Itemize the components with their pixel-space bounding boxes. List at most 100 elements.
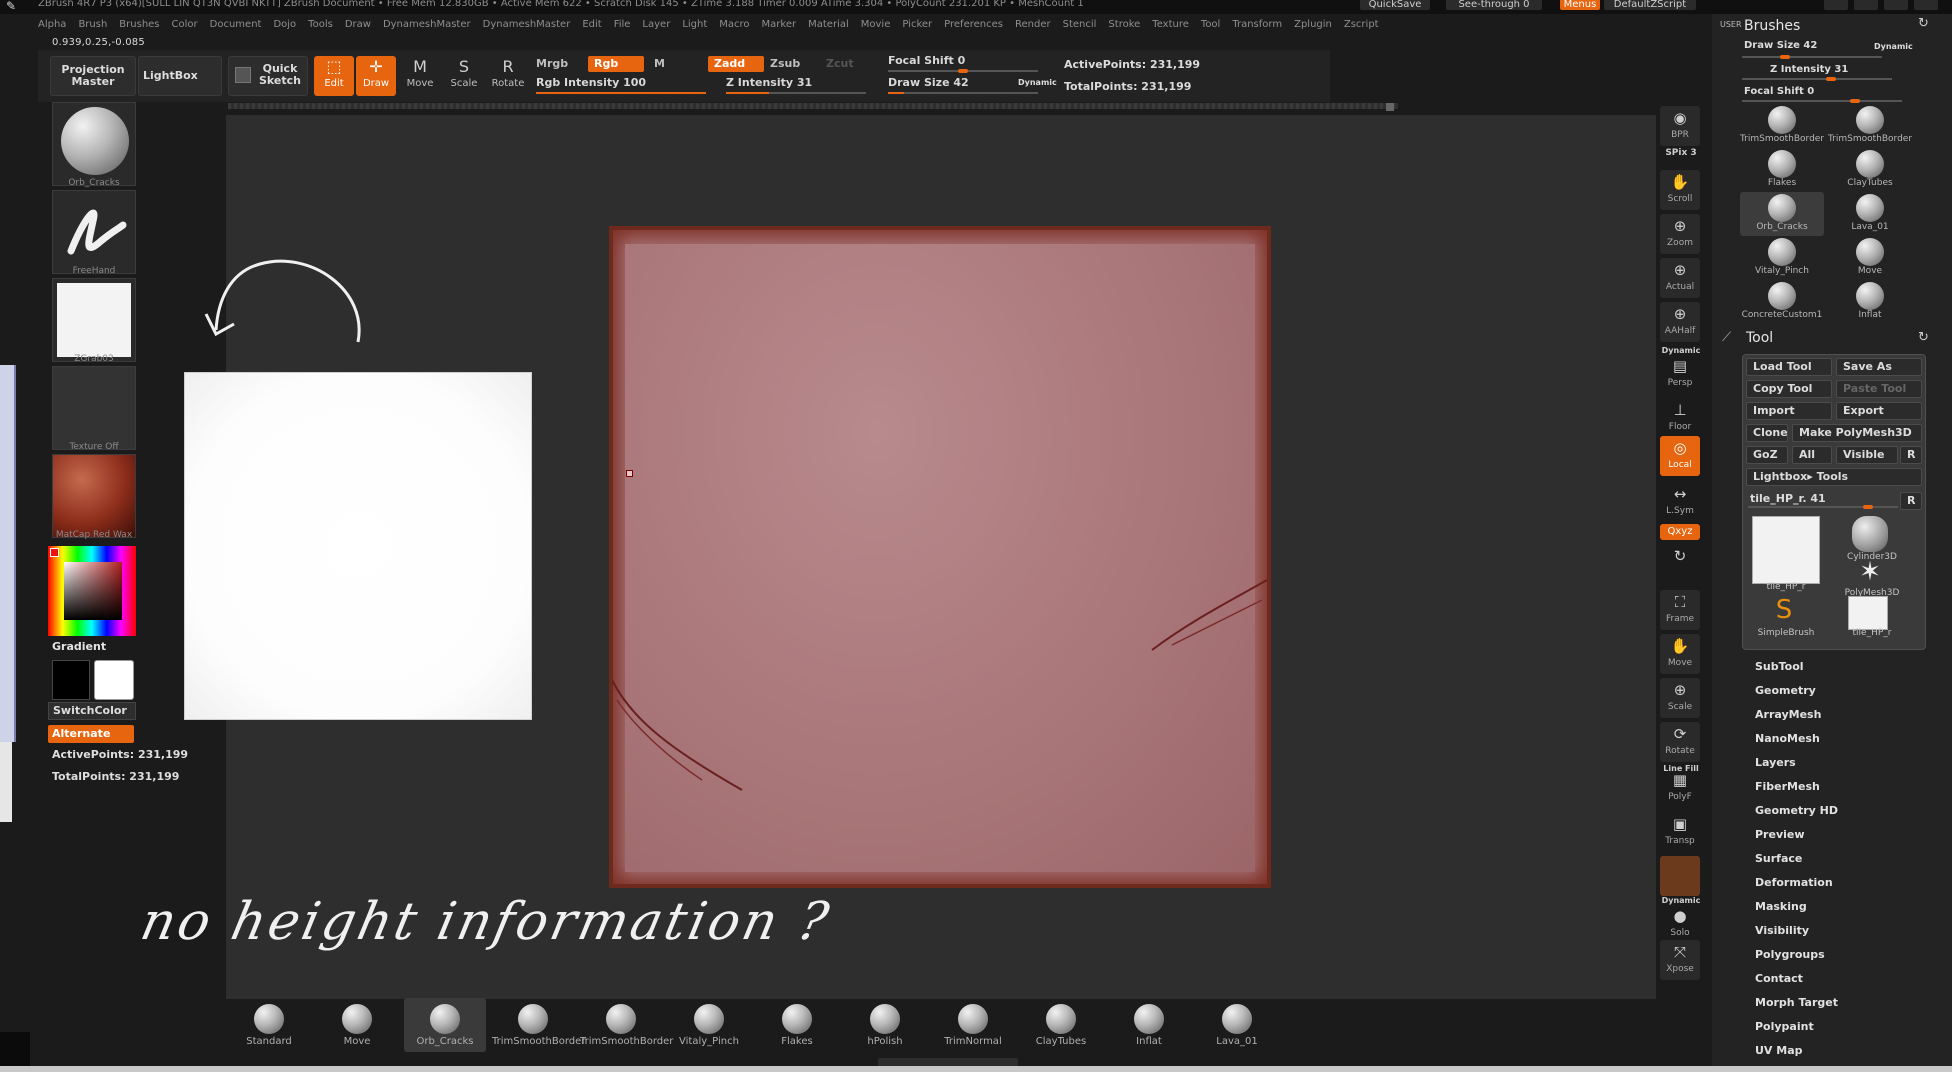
minimize-icon[interactable] (1824, 0, 1848, 10)
tool-menu-fibermesh[interactable]: FiberMesh (1755, 780, 1820, 793)
tool-polymesh3d-icon[interactable]: ✶ (1852, 558, 1888, 588)
m-button[interactable]: M (648, 56, 688, 72)
menu-light[interactable]: Light (682, 19, 707, 30)
bottom-brush-hpolish[interactable]: hPolish (844, 998, 926, 1052)
draw-size-slider[interactable] (888, 92, 1038, 94)
bottom-brush-trimsmoothborder[interactable]: TrimSmoothBorder (492, 998, 585, 1052)
zsub-button[interactable]: Zsub (764, 56, 814, 72)
tool-menu-surface[interactable]: Surface (1755, 852, 1802, 865)
xpose-button[interactable]: ⤧ Xpose (1660, 940, 1700, 980)
tool-menu-masking[interactable]: Masking (1755, 900, 1807, 913)
zoom-button[interactable]: ⊕ Zoom (1660, 214, 1700, 254)
palette-brush-flakes[interactable]: Flakes (1740, 148, 1824, 192)
solo-button[interactable]: ● Solo (1660, 904, 1700, 944)
palette-brush-inflat[interactable]: Inflat (1828, 280, 1912, 324)
menu-brush[interactable]: Brush (78, 19, 107, 30)
lightbox-button[interactable]: LightBox (138, 56, 222, 96)
default-zscript-button[interactable]: DefaultZScript (1604, 0, 1696, 10)
bottom-brush-vitaly_pinch[interactable]: Vitaly_Pinch (668, 998, 750, 1052)
menu-material[interactable]: Material (808, 19, 849, 30)
floor-button[interactable]: ⊥ Floor (1660, 398, 1700, 438)
menu-zplugin[interactable]: Zplugin (1294, 19, 1332, 30)
save-as-button[interactable]: Save As (1836, 358, 1922, 376)
material-thumbnail[interactable] (52, 454, 136, 538)
bottom-brush-flakes[interactable]: Flakes (756, 998, 838, 1052)
brush-thumbnail[interactable] (52, 102, 136, 186)
tool-menu-contact[interactable]: Contact (1755, 972, 1803, 985)
tool-r-button[interactable]: R (1900, 492, 1922, 510)
quicksave-button[interactable]: QuickSave (1360, 0, 1430, 10)
palette-brush-trimsmoothborder[interactable]: TrimSmoothBorder (1740, 104, 1824, 148)
restore-icon[interactable] (1854, 0, 1878, 10)
menu-preferences[interactable]: Preferences (944, 19, 1003, 30)
rgb-intensity-slider[interactable] (536, 92, 706, 94)
goz-visible-button[interactable]: Visible (1836, 446, 1898, 464)
brushes-title[interactable]: Brushes (1744, 18, 1800, 34)
menu-render[interactable]: Render (1015, 19, 1051, 30)
tool-tile-hp-r-icon[interactable] (1848, 596, 1888, 630)
menu-layer[interactable]: Layer (642, 19, 670, 30)
bottom-brush-trimnormal[interactable]: TrimNormal (932, 998, 1014, 1052)
frame-button[interactable]: ⛶ Frame (1660, 590, 1700, 630)
canvas-strip-handle[interactable] (1386, 103, 1394, 111)
see-through-slider[interactable]: See-through 0 (1446, 0, 1542, 10)
palette-brush-vitaly_pinch[interactable]: Vitaly_Pinch (1740, 236, 1824, 280)
load-tool-button[interactable]: Load Tool (1746, 358, 1832, 376)
menu-picker[interactable]: Picker (902, 19, 932, 30)
menu-marker[interactable]: Marker (762, 19, 797, 30)
tool-menu-nanomesh[interactable]: NanoMesh (1755, 732, 1820, 745)
color-saturation-square[interactable] (64, 562, 122, 620)
bpr-button[interactable]: ◉ BPR (1660, 106, 1700, 146)
menu-document[interactable]: Document (210, 19, 262, 30)
alternate-button[interactable]: Alternate (48, 725, 134, 743)
current-tool-knob[interactable] (1862, 505, 1873, 509)
quick-sketch-button[interactable]: Quick Sketch (228, 56, 308, 96)
menu-tools[interactable]: Tools (308, 19, 333, 30)
menu-macro[interactable]: Macro (719, 19, 749, 30)
rgb-button[interactable]: Rgb (588, 56, 644, 72)
xyz-button[interactable]: Qxyz (1660, 524, 1700, 540)
rp-focal-shift-slider[interactable] (1742, 99, 1902, 103)
alpha-thumbnail[interactable] (52, 278, 136, 362)
menu-transform[interactable]: Transform (1232, 19, 1282, 30)
import-button[interactable]: Import (1746, 402, 1832, 420)
dynamic-label[interactable]: Dynamic (1018, 78, 1057, 87)
rp-dynamic-label[interactable]: Dynamic (1874, 42, 1913, 51)
rp-z-intensity-slider[interactable] (1742, 77, 1892, 81)
rp-z-intensity-knob[interactable] (1826, 77, 1836, 81)
menu-texture[interactable]: Texture (1152, 19, 1189, 30)
clone-button[interactable]: Clone (1746, 424, 1788, 442)
main-color-swatch[interactable] (50, 548, 59, 557)
rp-focal-shift-knob[interactable] (1850, 99, 1860, 103)
palette-brush-move[interactable]: Move (1828, 236, 1912, 280)
goz-button[interactable]: GoZ (1746, 446, 1788, 464)
rp-draw-size-slider[interactable] (1742, 55, 1882, 59)
tool-menu-preview[interactable]: Preview (1755, 828, 1805, 841)
menu-zscript[interactable]: Zscript (1344, 19, 1379, 30)
actual-button[interactable]: ⊕ Actual (1660, 258, 1700, 298)
scroll-button[interactable]: ✋ Scroll (1660, 170, 1700, 210)
palette-brush-lava_01[interactable]: Lava_01 (1828, 192, 1912, 236)
close-icon[interactable] (1914, 0, 1938, 10)
tool-menu-polygroups[interactable]: Polygroups (1755, 948, 1825, 961)
zcut-button[interactable]: Zcut (820, 56, 870, 72)
make-polymesh-button[interactable]: Make PolyMesh3D (1792, 424, 1922, 442)
bottom-brush-standard[interactable]: Standard (228, 998, 310, 1052)
goz-all-button[interactable]: All (1792, 446, 1832, 464)
menu-dynameshmaster[interactable]: DynameshMaster (383, 19, 471, 30)
shelf-move-button[interactable]: ✋ Move (1660, 634, 1700, 674)
shelf-scale-button[interactable]: ⊕ Scale (1660, 678, 1700, 718)
menu-tool[interactable]: Tool (1201, 19, 1220, 30)
local-button[interactable]: ◎ Local (1660, 436, 1700, 476)
projection-master-button[interactable]: Projection Master (50, 56, 136, 96)
bottom-brush-trimsmoothborder[interactable]: TrimSmoothBorder (580, 998, 673, 1052)
tool-menu-geometry[interactable]: Geometry (1755, 684, 1816, 697)
primary-color-swatch[interactable] (94, 660, 134, 700)
tool-menu-subtool[interactable]: SubTool (1755, 660, 1804, 673)
palette-brush-claytubes[interactable]: ClayTubes (1828, 148, 1912, 192)
menu-edit[interactable]: Edit (582, 19, 601, 30)
tool-simplebrush-icon[interactable]: S (1766, 596, 1802, 626)
focal-shift-slider[interactable] (888, 69, 1038, 73)
menu-color[interactable]: Color (172, 19, 198, 30)
menu-dynameshmaster[interactable]: DynameshMaster (483, 19, 571, 30)
